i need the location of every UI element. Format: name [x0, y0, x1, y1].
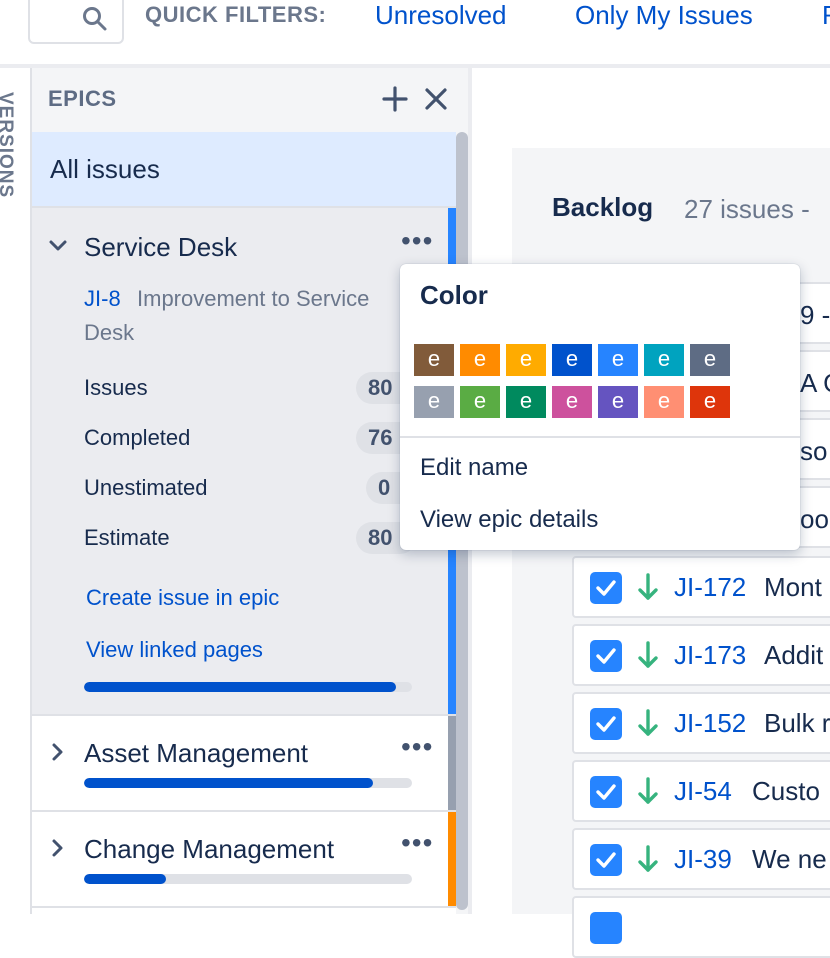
issue-summary-fragment: oo [800, 504, 829, 534]
stat-label-unestimated: Unestimated [84, 475, 208, 500]
epic-summary-continued: Desk [84, 320, 135, 345]
epic-progress-bar [84, 778, 412, 788]
issue-row-ji-172[interactable]: JI-172 Mont [572, 556, 830, 618]
checkbox-icon [590, 640, 622, 672]
priority-low-arrow-icon [638, 777, 658, 804]
checkbox-icon [590, 844, 622, 876]
view-epic-details-menu-item[interactable]: View epic details [420, 506, 598, 534]
plus-icon[interactable] [380, 84, 410, 114]
color-swatch[interactable]: e [414, 344, 454, 376]
epic-name-asset-management[interactable]: Asset Management [84, 738, 308, 769]
all-issues-label: All issues [50, 154, 160, 184]
issue-row-ji-173[interactable]: JI-173 Addit [572, 624, 830, 686]
issue-summary: Bulk r [764, 708, 830, 738]
color-swatch[interactable]: e [460, 344, 500, 376]
issue-summary: Custo [752, 776, 820, 806]
top-bar: QUICK FILTERS: Unresolved Only My Issues… [0, 0, 830, 64]
backlog-issue-count: 27 issues - [684, 194, 810, 224]
epic-name-change-management[interactable]: Change Management [84, 834, 334, 865]
issue-summary-fragment: so [800, 436, 828, 466]
issue-row-ji-39[interactable]: JI-39 We ne [572, 828, 830, 890]
checkbox-icon [590, 776, 622, 808]
issue-key[interactable]: JI-173 [674, 640, 746, 671]
epic-color-bar [448, 716, 456, 810]
color-swatch[interactable]: e [552, 344, 592, 376]
epic-card-next[interactable] [32, 906, 456, 914]
issue-summary-fragment: A G [800, 368, 830, 398]
stat-label-estimate: Estimate [84, 525, 170, 550]
epic-name-service-desk[interactable]: Service Desk [84, 232, 237, 263]
close-icon[interactable] [421, 84, 451, 114]
color-swatch[interactable]: e [552, 386, 592, 418]
epic-progress-fill [84, 682, 396, 692]
search-icon [83, 7, 107, 31]
more-icon[interactable]: ••• [401, 829, 433, 857]
epic-progress-bar [84, 682, 412, 692]
epic-color-menu: Color eeeeeeeeeeeeee Edit name View epic… [400, 264, 800, 550]
color-swatch[interactable]: e [690, 386, 730, 418]
chevron-down-icon[interactable] [48, 238, 68, 254]
checkbox-icon [590, 912, 622, 944]
edit-name-menu-item[interactable]: Edit name [420, 454, 528, 482]
issue-key[interactable]: JI-152 [674, 708, 746, 739]
color-swatch[interactable]: e [690, 344, 730, 376]
search-input[interactable] [28, 0, 124, 44]
epic-progress-fill [84, 874, 166, 884]
checkbox-icon [590, 708, 622, 740]
color-swatch[interactable]: e [506, 344, 546, 376]
backlog-title: Backlog [552, 192, 654, 222]
stat-label-completed: Completed [84, 425, 191, 450]
issue-summary: Mont [764, 572, 822, 602]
quick-filter-unresolved[interactable]: Unresolved [375, 0, 507, 31]
issue-summary: Addit [764, 640, 824, 670]
quick-filters-label: QUICK FILTERS: [145, 2, 327, 27]
issue-summary: We ne [752, 844, 827, 874]
color-swatch[interactable]: e [644, 386, 684, 418]
create-issue-in-epic-link[interactable]: Create issue in epic [86, 585, 279, 611]
issue-row-ji-54[interactable]: JI-54 Custo [572, 760, 830, 822]
issue-key[interactable]: JI-39 [674, 844, 732, 875]
quick-filter-recently-updated[interactable]: R [822, 0, 830, 31]
issue-row-ji-152[interactable]: JI-152 Bulk r [572, 692, 830, 754]
quick-filter-only-my-issues[interactable]: Only My Issues [575, 0, 753, 31]
epic-progress-bar [84, 874, 412, 884]
view-linked-pages-link[interactable]: View linked pages [86, 637, 263, 663]
chevron-right-icon[interactable] [50, 742, 66, 762]
color-swatch[interactable]: e [506, 386, 546, 418]
epic-key-link[interactable]: JI-8 [84, 286, 121, 312]
more-icon[interactable]: ••• [401, 733, 433, 761]
menu-divider [400, 436, 800, 438]
priority-low-arrow-icon [638, 573, 658, 600]
stat-label-issues: Issues [84, 375, 148, 400]
versions-tab[interactable]: VERSIONS [0, 92, 16, 198]
checkbox-icon [590, 572, 622, 604]
color-swatch[interactable]: e [644, 344, 684, 376]
chevron-right-icon[interactable] [50, 838, 66, 858]
color-swatch[interactable]: e [414, 386, 454, 418]
epics-panel-title: EPICS [48, 86, 117, 111]
epic-color-bar [448, 812, 456, 906]
color-menu-title: Color [420, 280, 488, 310]
more-icon[interactable]: ••• [401, 227, 433, 255]
color-swatch[interactable]: e [460, 386, 500, 418]
all-issues-item[interactable]: All issues [32, 132, 456, 208]
issue-summary-fragment: 9 - [800, 300, 830, 330]
epic-progress-fill [84, 778, 373, 788]
priority-low-arrow-icon [638, 709, 658, 736]
priority-low-arrow-icon [638, 641, 658, 668]
issue-key[interactable]: JI-172 [674, 572, 746, 603]
issue-key[interactable]: JI-54 [674, 776, 732, 807]
color-swatch[interactable]: e [598, 344, 638, 376]
color-swatch[interactable]: e [598, 386, 638, 418]
epic-summary: Improvement to Service [137, 286, 370, 311]
priority-low-arrow-icon [638, 845, 658, 872]
issue-row[interactable] [572, 896, 830, 958]
